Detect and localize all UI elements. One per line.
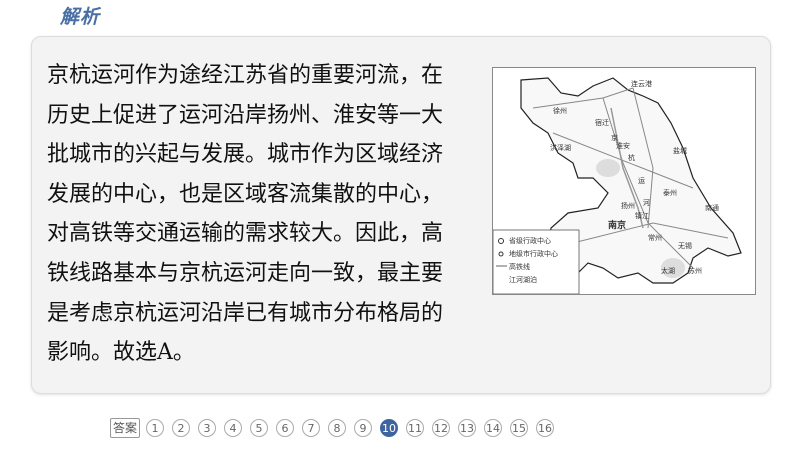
question-pager: 答案 1 2 3 4 5 6 7 8 9 10 11 12 13 14 15 16 [110, 418, 555, 438]
page-6-button[interactable]: 6 [276, 419, 295, 437]
page-7-button[interactable]: 7 [302, 419, 321, 437]
legend-item: 高铁线 [509, 262, 530, 271]
text-line: 铁线路基本与京杭运河走向一致，最主要 [47, 260, 444, 286]
page-5-button[interactable]: 5 [250, 419, 269, 437]
map-label: 河 [643, 199, 650, 207]
map-label: 扬州 [621, 201, 635, 210]
page-8-button[interactable]: 8 [328, 419, 347, 437]
map-label: 南京 [608, 219, 626, 231]
map-label: 京 [611, 133, 618, 142]
map-label: 常州 [648, 233, 662, 242]
map-label: 杭 [628, 153, 635, 162]
map-label: 运 [638, 177, 645, 185]
map-label: 徐州 [553, 106, 567, 115]
page-1-button[interactable]: 1 [146, 419, 165, 437]
text-line: 对高铁等交通运输的需求较大。因此，高 [47, 221, 444, 247]
section-title: 解析 [60, 6, 101, 28]
analysis-text: 京杭运河作为途经江苏省的重要河流，在 历史上促进了运河沿岸扬州、淮安等一大 批城… [47, 56, 477, 373]
map-label: 镇江 [635, 211, 649, 220]
legend-item: 地级市行政中心 [509, 249, 558, 258]
page-2-button[interactable]: 2 [172, 419, 191, 437]
page-16-button[interactable]: 16 [536, 419, 555, 437]
map-label: 淮安 [616, 141, 630, 150]
text-line: 历史上促进了运河沿岸扬州、淮安等一大 [47, 102, 444, 128]
text-line: 是考虑京杭运河沿岸已有城市分布格局的 [47, 300, 444, 326]
page-10-button[interactable]: 10 [380, 419, 399, 437]
map-label: 盐城 [673, 146, 687, 155]
page-9-button[interactable]: 9 [354, 419, 373, 437]
page-11-button[interactable]: 11 [406, 419, 425, 437]
page-15-button[interactable]: 15 [510, 419, 529, 437]
legend-item: 江河湖泊 [509, 275, 537, 284]
map-label: 泰州 [663, 188, 677, 197]
page-12-button[interactable]: 12 [432, 419, 451, 437]
text-line: 影响。故选A。 [47, 340, 195, 366]
map-label: 苏州 [688, 266, 702, 275]
map-label: 洪泽湖 [550, 143, 571, 152]
page-13-button[interactable]: 13 [458, 419, 477, 437]
text-line: 发展的中心，也是区域客流集散的中心， [47, 181, 444, 207]
page-4-button[interactable]: 4 [224, 419, 243, 437]
map-label: 连云港 [631, 79, 652, 88]
text-line: 批城市的兴起与发展。城市作为区域经济 [47, 142, 444, 168]
map-label: 南通 [705, 203, 719, 212]
text-line: 京杭运河作为途经江苏省的重要河流，在 [47, 63, 444, 88]
map-label: 宿迁 [595, 118, 609, 127]
jiangsu-map: 连云港 徐州 宿迁 淮安 盐城 扬州 泰州 镇江 南京 常州 无锡 苏州 南通 … [492, 67, 756, 295]
map-label: 无锡 [678, 241, 692, 250]
page-14-button[interactable]: 14 [484, 419, 503, 437]
page-3-button[interactable]: 3 [198, 419, 217, 437]
legend-item: 省级行政中心 [509, 236, 551, 245]
map-label: 太湖 [661, 266, 675, 275]
answer-button[interactable]: 答案 [110, 418, 141, 438]
